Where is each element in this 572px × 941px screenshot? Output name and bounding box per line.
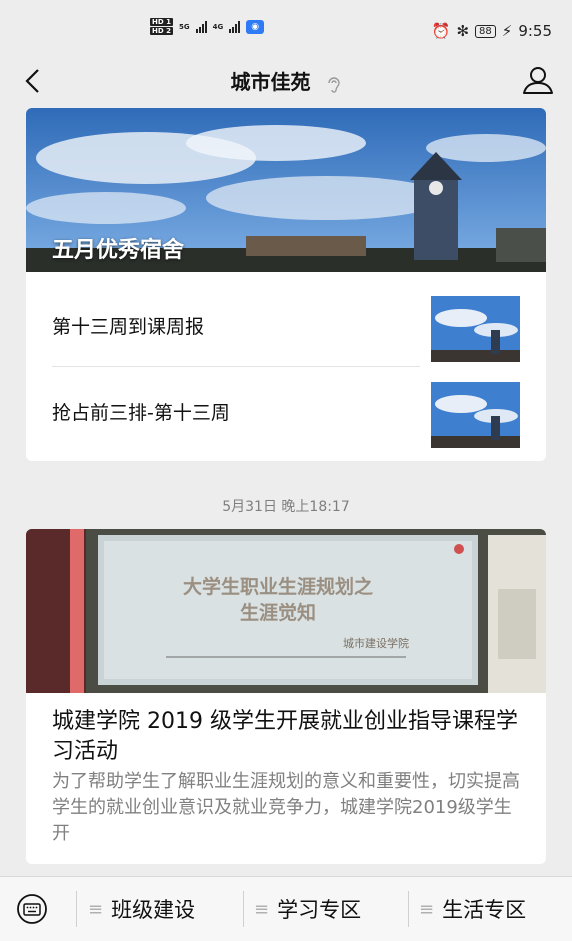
status-bar: HD 1 HD 2 5G 4G ◉ ⏰ ✻ 88 ⚡ 9:55 xyxy=(0,0,572,58)
battery-level: 88 xyxy=(475,24,496,38)
profile-icon[interactable] xyxy=(520,62,556,98)
page-title: 城市佳苑 xyxy=(230,70,311,94)
bluetooth-icon: ✻ xyxy=(456,22,470,40)
slide-title-line2: 生涯觉知 xyxy=(240,601,316,624)
hd2-label: HD 2 xyxy=(150,27,173,35)
network-status: HD 1 HD 2 5G 4G ◉ xyxy=(150,18,265,35)
slide-title-line1: 大学生职业生涯规划之 xyxy=(183,575,373,598)
menu-label: 班级建设 xyxy=(111,898,196,922)
bottom-menu-bar: ≡ 班级建设 ≡ 学习专区 ≡ 生活专区 xyxy=(0,876,572,941)
menu-list-icon: ≡ xyxy=(254,898,270,920)
article-card[interactable]: 大学生职业生涯规划之 生涯觉知 城市建设学院 城建学院 2019 级学生开展就业… xyxy=(26,529,546,864)
message-timestamp: 5月31日 晚上18:17 xyxy=(222,499,350,515)
alarm-icon: ⏰ xyxy=(431,22,451,40)
hero-title: 五月优秀宿舍 xyxy=(52,238,185,263)
signal-icon-2 xyxy=(229,20,241,33)
divider xyxy=(52,366,420,367)
menu-divider xyxy=(408,891,409,927)
system-status: ⏰ ✻ 88 ⚡ 9:55 xyxy=(432,22,552,40)
net2-label: 4G xyxy=(212,22,224,31)
menu-list-icon: ≡ xyxy=(419,898,435,920)
slide-subtitle: 城市建设学院 xyxy=(343,636,409,650)
article-cover-image[interactable]: 大学生职业生涯规划之 生涯觉知 城市建设学院 xyxy=(26,529,546,693)
menu-item-class[interactable]: ≡ 班级建设 xyxy=(88,893,195,925)
article-group-card[interactable]: 五月优秀宿舍 第十三周到课周报 抢占前三排-第十三周 xyxy=(26,108,546,461)
menu-divider xyxy=(243,891,244,927)
signal-icon xyxy=(195,20,207,33)
article-item[interactable]: 抢占前三排-第十三周 xyxy=(26,368,546,454)
notification-app-icon: ◉ xyxy=(246,19,265,34)
article-thumbnail xyxy=(431,382,520,448)
clock-time: 9:55 xyxy=(518,22,552,40)
menu-list-icon: ≡ xyxy=(88,898,104,920)
net1-label: 5G xyxy=(178,22,190,31)
menu-item-study[interactable]: ≡ 学习专区 xyxy=(254,893,361,925)
article-description: 为了帮助学生了解职业生涯规划的意义和重要性，切实提高学生的就业创业意识及就业竞争… xyxy=(52,771,520,844)
earpiece-icon xyxy=(327,76,340,93)
article-title: 抢占前三排-第十三周 xyxy=(52,402,230,424)
keyboard-icon[interactable] xyxy=(16,893,48,925)
article-title: 第十三周到课周报 xyxy=(52,316,205,338)
menu-label: 学习专区 xyxy=(277,898,362,922)
menu-divider xyxy=(76,891,77,927)
hd-indicator: HD 1 HD 2 xyxy=(150,18,173,35)
menu-label: 生活专区 xyxy=(442,898,527,922)
nav-bar: 城市佳苑 xyxy=(0,58,572,104)
article-thumbnail xyxy=(431,296,520,362)
hd1-label: HD 1 xyxy=(150,18,173,26)
charging-icon: ⚡ xyxy=(501,22,513,40)
menu-item-life[interactable]: ≡ 生活专区 xyxy=(419,893,526,925)
article-item[interactable]: 第十三周到课周报 xyxy=(26,282,546,368)
article-title: 城建学院 2019 级学生开展就业创业指导课程学习活动 xyxy=(52,709,518,764)
